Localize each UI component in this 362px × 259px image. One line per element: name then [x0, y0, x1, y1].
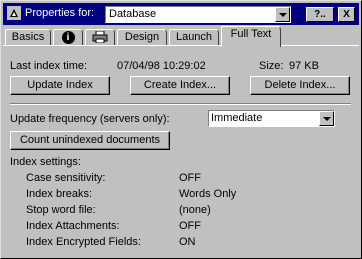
- title-label: Properties for:: [25, 7, 95, 19]
- setting-value: Words Only: [179, 188, 237, 200]
- properties-icon[interactable]: [7, 6, 21, 20]
- info-icon: i: [61, 30, 75, 44]
- setting-value: OFF: [179, 172, 201, 184]
- size-value: 97 KB: [289, 60, 319, 72]
- tab-full-text[interactable]: Full Text: [221, 26, 281, 47]
- setting-label: Index breaks:: [26, 188, 93, 200]
- chevron-down-icon[interactable]: [319, 111, 334, 126]
- tab-info[interactable]: i: [53, 29, 83, 46]
- update-frequency-select[interactable]: Immediate: [208, 110, 335, 127]
- tab-label: Design: [124, 31, 160, 43]
- size-label: Size:: [259, 60, 284, 72]
- setting-value: (none): [179, 204, 211, 216]
- close-button[interactable]: X: [338, 7, 355, 22]
- setting-label: Case sensitivity:: [26, 172, 106, 184]
- update-frequency-value: Immediate: [211, 112, 263, 124]
- tab-label: Launch: [175, 31, 213, 43]
- update-frequency-label: Update frequency (servers only):: [10, 113, 170, 125]
- tab-design[interactable]: Design: [117, 29, 167, 46]
- tab-strip: Basics i Design Launch Full Text: [3, 25, 359, 47]
- object-type-select[interactable]: Database: [105, 6, 291, 23]
- printer-icon: [92, 30, 108, 44]
- setting-value: OFF: [179, 220, 201, 232]
- object-type-value: Database: [109, 8, 157, 20]
- delete-index-button[interactable]: Delete Index...: [250, 76, 350, 95]
- last-index-label: Last index time:: [10, 60, 88, 72]
- properties-dialog: Properties for: Database ?.. X Basics i …: [0, 0, 362, 259]
- last-index-value: 07/04/98 10:29:02: [117, 60, 206, 72]
- tab-label: Basics: [11, 31, 45, 43]
- tab-basics[interactable]: Basics: [5, 29, 51, 46]
- tab-label: Full Text: [230, 28, 272, 40]
- create-index-button[interactable]: Create Index...: [130, 76, 230, 95]
- setting-value: ON: [179, 236, 196, 248]
- full-text-panel: Last index time: 07/04/98 10:29:02 Size:…: [3, 45, 359, 256]
- title-bar[interactable]: Properties for: Database ?.. X: [3, 3, 359, 25]
- setting-label: Stop word file:: [26, 204, 96, 216]
- count-unindexed-button[interactable]: Count unindexed documents: [10, 131, 170, 150]
- setting-label: Index Attachments:: [26, 220, 120, 232]
- chevron-down-icon[interactable]: [275, 7, 290, 22]
- index-settings-heading: Index settings:: [10, 156, 81, 168]
- divider: [10, 103, 351, 105]
- setting-label: Index Encrypted Fields:: [26, 236, 141, 248]
- update-index-button[interactable]: Update Index: [10, 76, 110, 95]
- tab-print[interactable]: [85, 29, 115, 46]
- tab-launch[interactable]: Launch: [169, 29, 219, 46]
- help-button[interactable]: ?..: [306, 7, 334, 22]
